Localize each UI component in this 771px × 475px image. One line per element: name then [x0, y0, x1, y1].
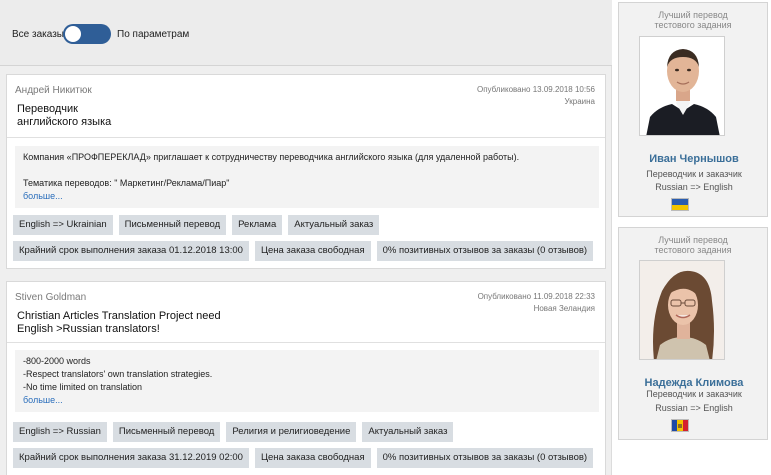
order-location: Украина	[564, 97, 595, 106]
topic-tag[interactable]: Реклама	[232, 215, 283, 235]
language-pair-tag[interactable]: English => Ukrainian	[13, 215, 113, 235]
moldova-flag-icon	[671, 419, 689, 432]
best-translation-heading: Лучший перевод тестового задания	[619, 235, 767, 255]
translator-role: Переводчик и заказчик	[646, 389, 742, 399]
description-line: Компания «ПРОФПЕРЕКЛАД» приглашает к сот…	[23, 152, 520, 162]
price-tag: Цена заказа свободная	[254, 448, 371, 468]
heading-line: тестового задания	[654, 20, 732, 30]
order-title[interactable]: Christian Articles Translation Project n…	[17, 310, 437, 336]
heading-line: Лучший перевод	[658, 10, 728, 20]
translator-name[interactable]: Иван Чернышов	[619, 153, 769, 165]
order-published-date: Опубликовано 13.09.2018 10:56	[476, 85, 595, 94]
heading-line: тестового задания	[654, 245, 732, 255]
order-author[interactable]: Андрей Никитюк	[15, 85, 92, 96]
description-line: Тематика переводов: " Маркетинг/Реклама/…	[23, 178, 230, 188]
toggle-knob	[65, 26, 81, 42]
best-translation-card: Лучший перевод тестового задания Иван Че…	[618, 2, 768, 217]
service-type-tag[interactable]: Письменный перевод	[112, 422, 221, 442]
reviews-tag: 0% позитивных отзывов за заказы (0 отзыв…	[376, 448, 594, 468]
order-title-line: Christian Articles Translation Project n…	[17, 310, 221, 322]
translator-photo	[640, 37, 724, 135]
translator-photo	[640, 261, 724, 359]
by-parameters-label[interactable]: По параметрам	[117, 29, 189, 40]
more-link[interactable]: больше...	[23, 190, 63, 203]
best-translation-card: Лучший перевод тестового задания Надежда…	[618, 227, 768, 440]
filter-toggle[interactable]	[63, 24, 111, 44]
card-divider	[7, 342, 605, 343]
avatar[interactable]	[639, 36, 725, 136]
topic-tag[interactable]: Религия и религиоведение	[226, 422, 357, 442]
order-published-date: Опубликовано 11.09.2018 22:33	[477, 292, 595, 301]
more-link[interactable]: больше...	[23, 394, 63, 407]
heading-line: Лучший перевод	[658, 235, 728, 245]
orders-panel: Все заказы По параметрам Андрей Никитюк …	[0, 0, 612, 475]
deadline-tag: Крайний срок выполнения заказа 01.12.201…	[13, 241, 249, 261]
all-orders-label[interactable]: Все заказы	[12, 29, 64, 40]
order-title-line: английского языка	[17, 116, 112, 128]
avatar[interactable]	[639, 260, 725, 360]
price-tag: Цена заказа свободная	[254, 241, 371, 261]
ukraine-flag-icon	[671, 198, 689, 211]
description-line: -800-2000 words	[23, 356, 91, 366]
order-card: Андрей Никитюк Опубликовано 13.09.2018 1…	[6, 74, 606, 269]
best-translation-heading: Лучший перевод тестового задания	[619, 10, 767, 30]
order-title-line: Переводчик	[17, 103, 78, 115]
order-description: Компания «ПРОФПЕРЕКЛАД» приглашает к сот…	[15, 146, 599, 208]
status-tag[interactable]: Актуальный заказ	[288, 215, 380, 235]
order-meta-tags: Крайний срок выполнения заказа 31.12.201…	[13, 448, 594, 468]
order-location: Новая Зеландия	[533, 304, 595, 313]
deadline-tag: Крайний срок выполнения заказа 31.12.201…	[13, 448, 249, 468]
card-divider	[7, 137, 605, 138]
order-title[interactable]: Переводчик английского языка	[17, 103, 437, 129]
order-title-line: English >Russian translators!	[17, 323, 160, 335]
description-line: -No time limited on translation	[23, 382, 143, 392]
order-meta-tags: Крайний срок выполнения заказа 01.12.201…	[13, 241, 594, 261]
language-pair-tag[interactable]: English => Russian	[13, 422, 107, 442]
description-line: -Respect translators' own translation st…	[23, 369, 213, 379]
order-tags: English => Ukrainian Письменный перевод …	[13, 215, 380, 235]
filter-bar: Все заказы По параметрам	[0, 0, 612, 66]
translator-role: Переводчик и заказчик	[646, 169, 742, 179]
order-card: Stiven Goldman Опубликовано 11.09.2018 2…	[6, 281, 606, 475]
translator-language-pair: Russian => English	[655, 182, 733, 192]
translator-name[interactable]: Надежда Климова	[619, 377, 769, 389]
reviews-tag: 0% позитивных отзывов за заказы (0 отзыв…	[376, 241, 594, 261]
order-author[interactable]: Stiven Goldman	[15, 292, 86, 303]
order-tags: English => Russian Письменный перевод Ре…	[13, 422, 454, 442]
order-description: -800-2000 words -Respect translators' ow…	[15, 350, 599, 412]
service-type-tag[interactable]: Письменный перевод	[118, 215, 227, 235]
translator-language-pair: Russian => English	[655, 403, 733, 413]
status-tag[interactable]: Актуальный заказ	[362, 422, 454, 442]
